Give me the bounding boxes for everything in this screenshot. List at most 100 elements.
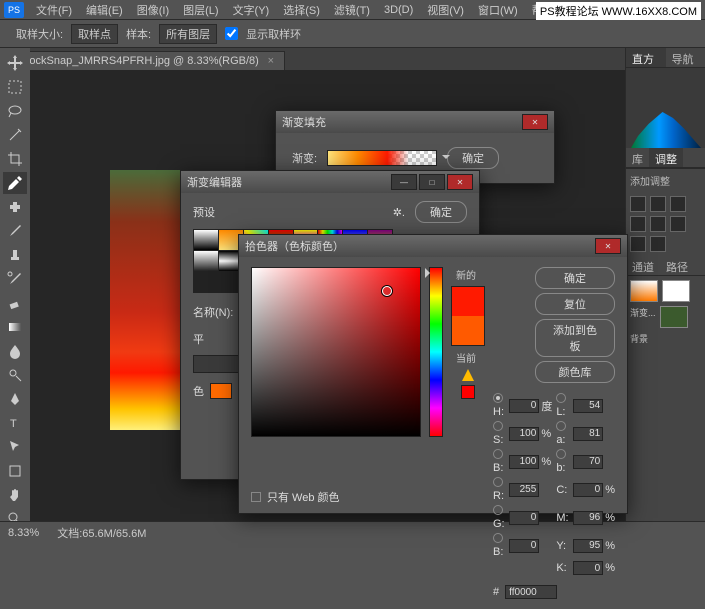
shape-tool[interactable] <box>3 460 27 482</box>
add-swatch-button[interactable]: 添加到色板 <box>535 319 615 357</box>
brush-tool[interactable] <box>3 220 27 242</box>
y-input[interactable] <box>573 539 603 553</box>
gradient-tool[interactable] <box>3 316 27 338</box>
adj-icon[interactable] <box>650 216 666 232</box>
tab-adjustments[interactable]: 调整 <box>649 148 683 167</box>
color-stop-swatch[interactable] <box>210 383 232 399</box>
tab-paths[interactable]: 路径 <box>660 256 694 275</box>
layer-thumb-gradient[interactable] <box>630 280 658 302</box>
radio-s[interactable] <box>493 421 503 431</box>
gradient-editor-titlebar[interactable]: 渐变编辑器 ― □ ✕ <box>181 171 479 193</box>
gradient-swatch-dropdown[interactable] <box>327 150 437 166</box>
hex-input[interactable] <box>505 585 557 599</box>
a-input[interactable] <box>573 427 603 441</box>
tab-histogram[interactable]: 直方图 <box>626 48 666 67</box>
hue-slider[interactable] <box>429 267 443 437</box>
close-icon[interactable]: × <box>268 55 274 67</box>
adj-icon[interactable] <box>630 216 646 232</box>
l-input[interactable] <box>573 399 603 413</box>
radio-h[interactable] <box>493 393 503 403</box>
radio-b[interactable] <box>493 449 503 459</box>
r-input[interactable] <box>509 483 539 497</box>
radio-l[interactable] <box>556 393 566 403</box>
layer-name-background[interactable]: 背景 <box>630 332 648 345</box>
radio-r[interactable] <box>493 477 503 487</box>
menu-layer[interactable]: 图层(L) <box>177 0 224 20</box>
menu-view[interactable]: 视图(V) <box>421 0 470 20</box>
color-libraries-button[interactable]: 颜色库 <box>535 361 615 383</box>
eyedropper-tool[interactable] <box>3 172 27 194</box>
menu-type[interactable]: 文字(Y) <box>227 0 276 20</box>
adj-icon[interactable] <box>670 216 686 232</box>
websafe-swatch[interactable] <box>461 385 475 399</box>
adj-icon[interactable] <box>630 196 646 212</box>
h-input[interactable] <box>509 399 539 413</box>
heal-tool[interactable] <box>3 196 27 218</box>
layer-thumb-mask[interactable] <box>662 280 690 302</box>
adj-icon[interactable] <box>670 196 686 212</box>
gamut-warning-icon[interactable] <box>462 369 474 381</box>
wand-tool[interactable] <box>3 124 27 146</box>
crop-tool[interactable] <box>3 148 27 170</box>
move-tool[interactable] <box>3 52 27 74</box>
adj-icon[interactable] <box>630 236 646 252</box>
g-input[interactable] <box>509 511 539 525</box>
status-zoom[interactable]: 8.33% <box>8 527 39 539</box>
opt-size-select[interactable]: 取样点 <box>71 24 118 44</box>
lasso-tool[interactable] <box>3 100 27 122</box>
saturation-value-field[interactable] <box>251 267 421 437</box>
eraser-tool[interactable] <box>3 292 27 314</box>
labb-input[interactable] <box>573 455 603 469</box>
opt-sample-select[interactable]: 所有图层 <box>159 24 217 44</box>
radio-bb[interactable] <box>493 533 503 543</box>
web-only-checkbox[interactable] <box>251 492 261 502</box>
adj-icon[interactable] <box>650 196 666 212</box>
menu-3d[interactable]: 3D(D) <box>378 2 419 18</box>
dodge-tool[interactable] <box>3 364 27 386</box>
radio-a[interactable] <box>556 421 566 431</box>
menu-image[interactable]: 图像(I) <box>131 0 175 20</box>
radio-g[interactable] <box>493 505 503 515</box>
history-brush-tool[interactable] <box>3 268 27 290</box>
maximize-icon[interactable]: □ <box>419 174 445 190</box>
path-select-tool[interactable] <box>3 436 27 458</box>
tab-libraries[interactable]: 库 <box>626 148 649 167</box>
c-input[interactable] <box>573 483 603 497</box>
menu-edit[interactable]: 编辑(E) <box>80 0 129 20</box>
ok-button[interactable]: 确定 <box>415 201 467 223</box>
ok-button[interactable]: 确定 <box>535 267 615 289</box>
k-input[interactable] <box>573 561 603 575</box>
opt-show-ring-checkbox[interactable] <box>225 27 238 40</box>
adj-icon[interactable] <box>650 236 666 252</box>
bv-input[interactable] <box>509 455 539 469</box>
minimize-icon[interactable]: ― <box>391 174 417 190</box>
layer-name-gradient[interactable]: 渐变... <box>630 306 656 328</box>
stamp-tool[interactable] <box>3 244 27 266</box>
tab-channels[interactable]: 通道 <box>626 256 660 275</box>
new-current-swatch[interactable] <box>451 286 485 346</box>
menu-window[interactable]: 窗口(W) <box>472 0 524 20</box>
ok-button[interactable]: 确定 <box>447 147 499 169</box>
document-tab[interactable]: StockSnap_JMRRS4PFRH.jpg @ 8.33%(RGB/8) … <box>8 51 285 70</box>
pen-tool[interactable] <box>3 388 27 410</box>
radio-lab-b[interactable] <box>556 449 566 459</box>
gear-icon[interactable]: ✲. <box>393 206 405 219</box>
gradient-fill-titlebar[interactable]: 渐变填充 ✕ <box>276 111 554 133</box>
bb-input[interactable] <box>509 539 539 553</box>
blur-tool[interactable] <box>3 340 27 362</box>
menu-select[interactable]: 选择(S) <box>277 0 326 20</box>
menu-file[interactable]: 文件(F) <box>30 0 78 20</box>
color-picker-titlebar[interactable]: 拾色器（色标颜色） ✕ <box>239 235 627 257</box>
hand-tool[interactable] <box>3 484 27 506</box>
type-tool[interactable]: T <box>3 412 27 434</box>
reset-button[interactable]: 复位 <box>535 293 615 315</box>
marquee-tool[interactable] <box>3 76 27 98</box>
s-input[interactable] <box>509 427 539 441</box>
close-icon[interactable]: ✕ <box>447 174 473 190</box>
menu-filter[interactable]: 滤镜(T) <box>328 0 376 20</box>
m-input[interactable] <box>573 511 603 525</box>
tab-navigator[interactable]: 导航器 <box>666 48 705 67</box>
layer-thumb-background[interactable] <box>660 306 688 328</box>
close-icon[interactable]: ✕ <box>595 238 621 254</box>
close-icon[interactable]: ✕ <box>522 114 548 130</box>
